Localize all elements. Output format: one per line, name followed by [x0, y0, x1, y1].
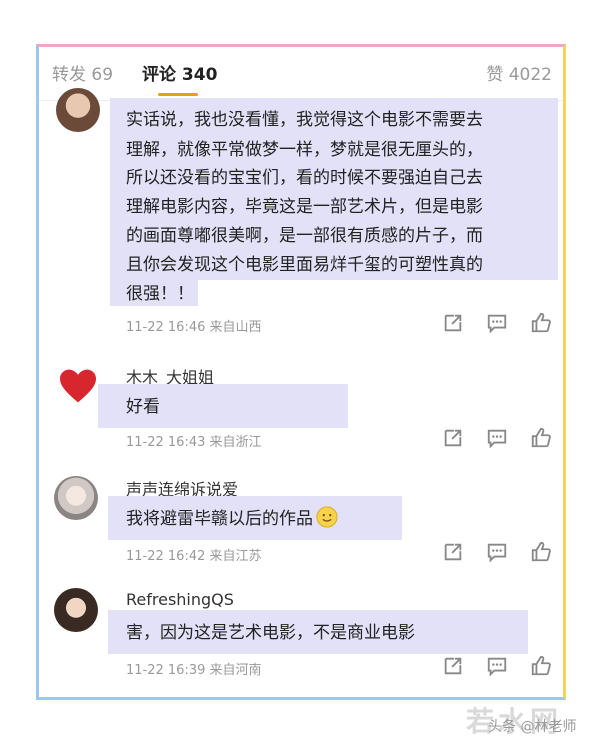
like-icon[interactable] — [530, 312, 554, 336]
username[interactable]: RefreshingQS — [126, 590, 234, 609]
active-tab-indicator — [158, 93, 198, 96]
comment-icon[interactable] — [486, 541, 510, 565]
comment-text-line: 我将避雷毕赣以后的作品 — [126, 505, 338, 533]
comment-tabs: 转发 69 评论 340 赞 4022 — [52, 60, 552, 90]
comment-icon[interactable] — [486, 312, 510, 336]
comment-actions — [442, 655, 554, 679]
comment-meta: 11-22 16:46 来自山西 — [126, 320, 262, 335]
share-icon[interactable] — [442, 655, 466, 679]
heart-icon — [60, 369, 96, 403]
comment-text-line: 理解，就像平常做梦一样，梦就是很无厘头的， — [126, 140, 483, 160]
comment-text-line: 所以还没看的宝宝们，看的时候不要强迫自己去 — [126, 168, 483, 188]
comment-text-line: 的画面尊嘟很美啊，是一部很有质感的片子，而 — [126, 226, 483, 246]
tab-repost[interactable]: 转发 69 — [52, 60, 113, 85]
like-icon[interactable] — [530, 427, 554, 451]
like-icon[interactable] — [530, 541, 554, 565]
comment-text-line: 且你会发现这个电影里面易烊千玺的可塑性真的 — [126, 255, 483, 275]
share-icon[interactable] — [442, 541, 466, 565]
comment-text-line: 很强！！ — [126, 284, 194, 304]
like-icon[interactable] — [530, 655, 554, 679]
comment-icon[interactable] — [486, 427, 510, 451]
comment-actions — [442, 312, 554, 336]
avatar[interactable] — [56, 88, 100, 132]
smile-emoji-icon — [316, 506, 338, 528]
author-watermark: 头条 @林老师 — [488, 719, 577, 735]
comment-text-line: 害，因为这是艺术电影，不是商业电影 — [126, 623, 415, 643]
comment-text: 我将避雷毕赣以后的作品 — [126, 509, 313, 529]
tab-likes[interactable]: 赞 4022 — [486, 60, 552, 85]
comment-icon[interactable] — [486, 655, 510, 679]
share-icon[interactable] — [442, 427, 466, 451]
comment-text-line: 理解电影内容，毕竟这是一部艺术片，但是电影 — [126, 197, 483, 217]
comment-actions — [442, 427, 554, 451]
comment-text-line: 实话说，我也没看懂，我觉得这个电影不需要去 — [126, 110, 483, 130]
avatar[interactable] — [54, 588, 98, 632]
comment-text-line: 好看 — [126, 397, 160, 417]
share-icon[interactable] — [442, 312, 466, 336]
comment-actions — [442, 541, 554, 565]
avatar[interactable] — [54, 476, 98, 520]
comment-meta: 11-22 16:42 来自江苏 — [126, 549, 262, 564]
comment-meta: 11-22 16:43 来自浙江 — [126, 435, 262, 450]
comment-meta: 11-22 16:39 来自河南 — [126, 663, 262, 678]
avatar[interactable] — [56, 364, 100, 408]
tab-comments[interactable]: 评论 340 — [142, 60, 217, 85]
